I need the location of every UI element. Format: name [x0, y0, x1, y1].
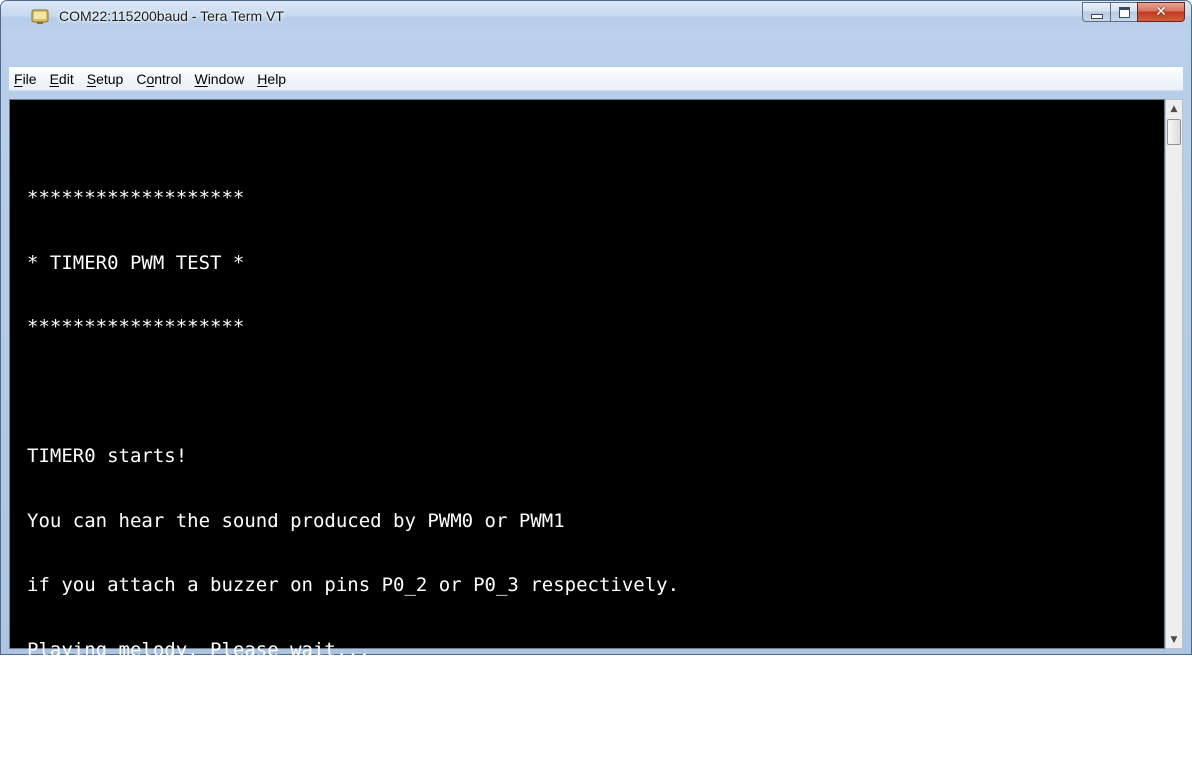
tera-term-window: COM22:115200baud - Tera Term VT ✕ File E…	[0, 0, 1192, 725]
terminal-line: *******************	[27, 187, 245, 209]
caption-buttons: ✕	[1082, 2, 1185, 23]
terminal-line: TIMER0 starts!	[27, 445, 188, 467]
window-title: COM22:115200baud - Tera Term VT	[59, 8, 284, 24]
menu-control[interactable]: Control	[131, 71, 186, 87]
terminal-line-last: *****************	[27, 703, 679, 726]
menu-file[interactable]: File	[9, 71, 42, 87]
menu-edit[interactable]: Edit	[45, 71, 79, 87]
maximize-button[interactable]	[1110, 2, 1137, 22]
terminal-screen[interactable]: ******************* * TIMER0 PWM TEST * …	[9, 99, 1165, 725]
text-cursor	[221, 704, 236, 723]
vertical-scrollbar[interactable]: ▲ ▼	[1165, 99, 1183, 649]
terminal-line: if you attach a buzzer on pins P0_2 or P…	[27, 574, 680, 596]
menu-window[interactable]: Window	[189, 71, 249, 87]
terminal-output: ******************* * TIMER0 PWM TEST * …	[27, 145, 679, 769]
minimize-button[interactable]	[1082, 2, 1110, 22]
terminal-line: * TIMER0 PWM TEST *	[27, 251, 245, 274]
tera-term-app-icon[interactable]	[31, 7, 49, 25]
terminal-line-text: *****************	[27, 703, 222, 725]
scroll-thumb[interactable]	[1167, 119, 1181, 145]
terminal-line: Playing melody. Please wait...	[27, 638, 371, 661]
close-button[interactable]: ✕	[1137, 2, 1185, 22]
terminal-line: *******************	[27, 316, 245, 338]
close-icon: ✕	[1155, 4, 1167, 20]
minimize-icon	[1090, 13, 1103, 19]
terminal-line: You can hear the sound produced by PWM0 …	[27, 509, 565, 532]
menu-setup[interactable]: Setup	[82, 71, 129, 87]
menu-help[interactable]: Help	[252, 71, 291, 87]
maximize-icon	[1118, 6, 1130, 18]
title-bar[interactable]: COM22:115200baud - Tera Term VT ✕	[1, 1, 1191, 33]
scroll-down-arrow-icon[interactable]: ▼	[1166, 631, 1182, 648]
menu-bar: File Edit Setup Control Window Help	[9, 67, 1183, 91]
scroll-up-arrow-icon[interactable]: ▲	[1166, 100, 1182, 117]
